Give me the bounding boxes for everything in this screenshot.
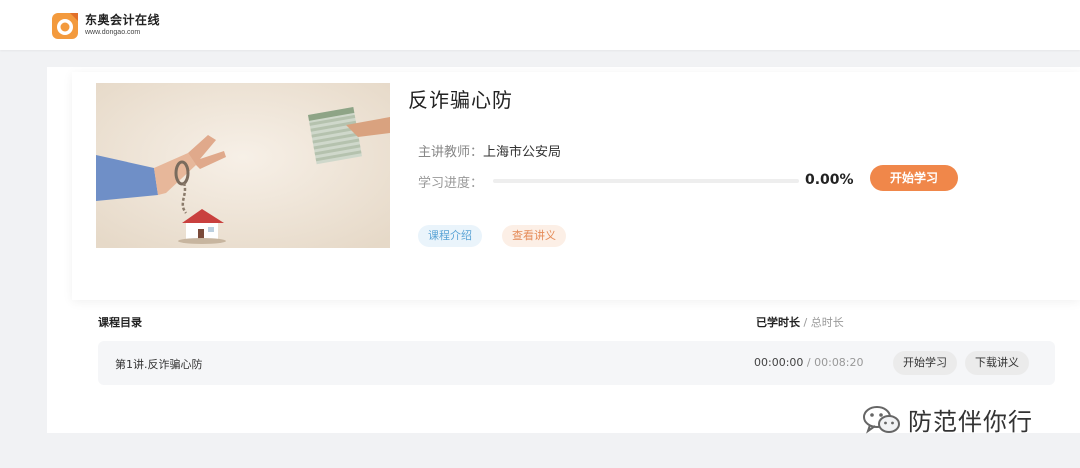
logo-url: www.dongao.com [85, 29, 141, 36]
wechat-icon [863, 405, 900, 434]
lesson-download-notes-button[interactable]: 下载讲义 [965, 351, 1029, 375]
lesson-total-time: 00:08:20 [814, 356, 864, 369]
course-intro-tab[interactable]: 课程介绍 [418, 225, 482, 247]
teacher-row: 主讲教师：上海市公安局 [418, 141, 561, 160]
logo-name: 东奥会计在线 [85, 13, 161, 27]
lesson-learned-time: 00:00:00 [754, 356, 804, 369]
duration-header: 已学时长 / 总时长 [756, 314, 844, 330]
teacher-label: 主讲教师： [418, 145, 484, 160]
lesson-time-separator: / [803, 356, 815, 369]
lesson-title[interactable]: 第1讲.反诈骗心防 [115, 356, 203, 372]
handcuffed-hand-money-house-image [96, 83, 390, 248]
lesson-duration: 00:00:00 / 00:08:20 [754, 356, 864, 369]
total-duration-label: 总时长 [810, 316, 844, 329]
watermark-text: 防范伴你行 [908, 408, 1033, 436]
progress-label: 学习进度： [418, 176, 484, 191]
duration-separator: / [800, 316, 811, 329]
lesson-start-button[interactable]: 开始学习 [893, 351, 957, 375]
progress-bar [493, 179, 799, 183]
catalog-title: 课程目录 [98, 316, 142, 329]
teacher-name: 上海市公安局 [483, 145, 562, 160]
site-logo[interactable]: 东奥会计在线 www.dongao.com [50, 8, 160, 42]
top-navigation-bar: 东奥会计在线 www.dongao.com [0, 0, 1080, 50]
start-learning-button[interactable]: 开始学习 [870, 165, 958, 191]
course-title: 反诈骗心防 [408, 88, 513, 112]
wechat-watermark: 防范伴你行 [862, 402, 1033, 437]
lesson-row: 第1讲.反诈骗心防 00:00:00 / 00:08:20 开始学习 下载讲义 [98, 341, 1055, 385]
progress-percentage: 0.00% [805, 172, 854, 188]
view-notes-tab[interactable]: 查看讲义 [502, 225, 566, 247]
learned-duration-label: 已学时长 [756, 316, 800, 329]
dongao-logo-icon [52, 13, 78, 39]
